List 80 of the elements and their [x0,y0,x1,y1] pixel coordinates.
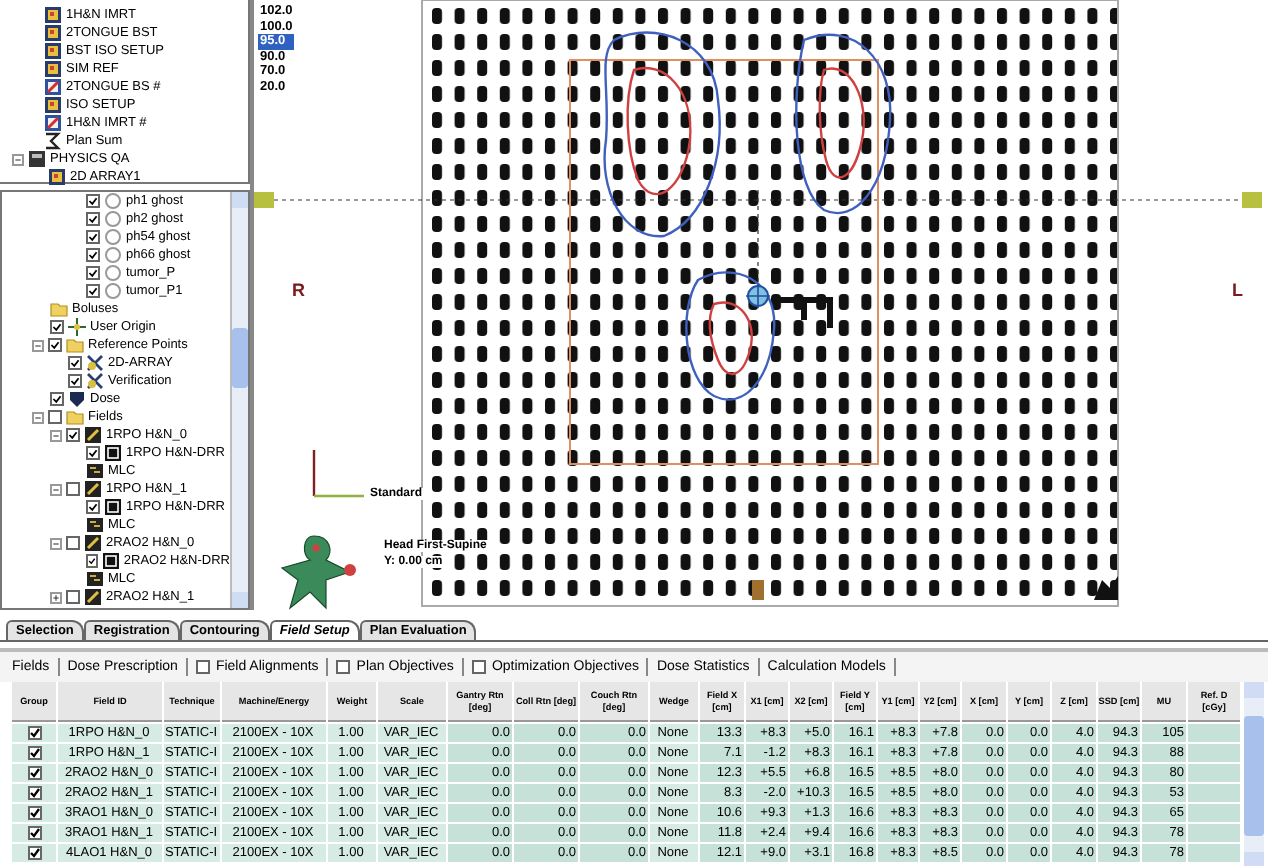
collapse-icon[interactable] [32,411,44,423]
checkbox[interactable] [27,786,41,800]
mlc-icon [86,570,104,588]
scrollbar[interactable] [1244,682,1264,866]
expand-icon[interactable] [50,591,62,603]
checkbox[interactable] [471,660,486,674]
checkbox[interactable] [86,284,100,298]
checkbox[interactable] [86,554,98,568]
plan-icon [44,60,62,78]
checkbox[interactable] [27,766,41,780]
checkbox[interactable] [68,356,82,370]
checkbox[interactable] [86,248,100,262]
orientation-label: L [1232,280,1243,300]
checkbox[interactable] [27,826,41,840]
table-cell [1188,784,1240,802]
sum-icon [44,132,62,150]
checkbox[interactable] [66,428,80,442]
checkbox[interactable] [27,846,41,860]
table-cell [1188,844,1240,862]
collapse-icon[interactable] [50,483,62,495]
point-icon [86,354,104,372]
beam-icon [84,426,102,444]
isocenter-icon [745,283,771,309]
point-icon [86,372,104,390]
checkbox[interactable] [27,746,41,760]
checkbox[interactable] [195,660,210,674]
checkbox[interactable] [86,446,100,460]
beam-icon [84,588,102,606]
checkbox[interactable] [48,410,62,424]
table-cell [1188,824,1240,842]
axis-drawing [312,450,364,498]
plan-icon [44,6,62,24]
checkbox[interactable] [86,500,100,514]
checkbox[interactable] [48,338,62,352]
image-icon [104,444,122,462]
scrollbar[interactable] [230,192,248,608]
mlc-icon [86,462,104,480]
marker-icon [254,192,274,208]
checkbox[interactable] [66,590,80,604]
checkbox[interactable] [27,726,41,740]
mlc-icon [86,516,104,534]
patient-figure [281,535,356,609]
checkbox[interactable] [50,392,64,406]
collapse-icon[interactable] [50,537,62,549]
shape-icon [1094,576,1118,600]
checkbox[interactable] [66,536,80,550]
checkbox[interactable] [66,482,80,496]
course-icon [28,150,46,168]
marker-icon [1242,192,1262,208]
table-cell [1188,744,1240,762]
plan-icon [44,78,62,96]
table-cell [1188,724,1240,742]
checkbox[interactable] [27,806,41,820]
folder-icon [66,408,84,426]
marker-icon [752,580,764,600]
image-icon [101,552,120,570]
plan-icon [48,168,66,186]
plan-icon [44,114,62,132]
dose-icon [68,390,86,408]
collapse-icon[interactable] [32,339,44,351]
checkbox[interactable] [336,660,351,674]
table-cell [1188,764,1240,782]
checkbox[interactable] [86,230,100,244]
plan-icon [44,42,62,60]
checkbox[interactable] [86,212,100,226]
collapse-icon[interactable] [12,153,24,165]
plan-icon [44,24,62,42]
plan-icon [44,96,62,114]
checkbox[interactable] [86,266,100,280]
checkbox[interactable] [68,374,82,388]
checkbox[interactable] [86,194,100,208]
orientation-label: R [292,280,305,300]
checkbox[interactable] [50,320,64,334]
table-cell [1188,804,1240,822]
image-icon [104,498,122,516]
collapse-icon[interactable] [50,429,62,441]
beam-icon [84,534,102,552]
beam-icon [84,480,102,498]
bracket-icon [775,297,833,331]
origin-icon [68,318,86,336]
